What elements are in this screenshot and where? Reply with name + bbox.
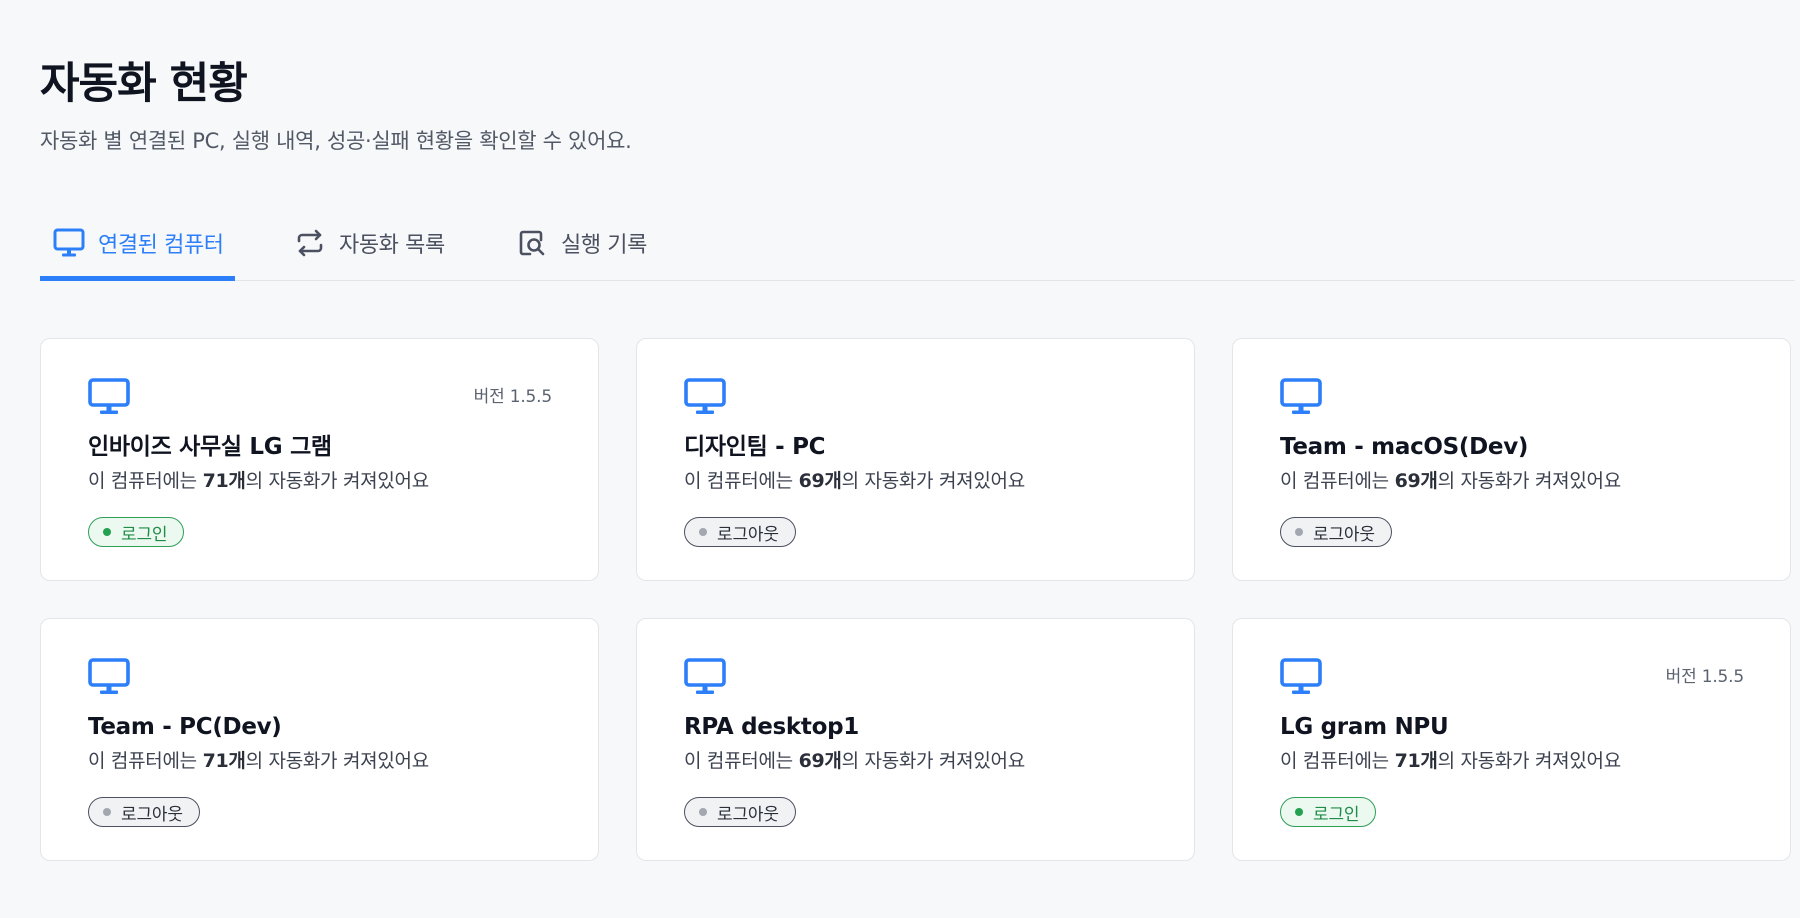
automation-count: 69개 (798, 470, 842, 492)
desc-prefix: 이 컴퓨터에는 (1280, 470, 1395, 492)
desc-prefix: 이 컴퓨터에는 (684, 470, 799, 492)
tab-automation-list[interactable]: 자동화 목록 (293, 205, 445, 280)
automation-count-text: 이 컴퓨터에는 71개의 자동화가 켜져있어요 (88, 747, 429, 775)
page-subtitle: 자동화 별 연결된 PC, 실행 내역, 성공·실패 현황을 확인할 수 있어요… (40, 129, 632, 153)
desc-prefix: 이 컴퓨터에는 (1280, 750, 1395, 772)
computer-card[interactable]: 버전 1.5.5 인바이즈 사무실 LG 그램 이 컴퓨터에는 71개의 자동화… (40, 338, 599, 581)
automation-count-text: 이 컴퓨터에는 71개의 자동화가 켜져있어요 (1280, 747, 1621, 775)
monitor-icon (88, 378, 130, 416)
desc-prefix: 이 컴퓨터에는 (684, 750, 799, 772)
desc-prefix: 이 컴퓨터에는 (88, 470, 203, 492)
automation-count: 71개 (202, 750, 246, 772)
status-dot-icon (699, 808, 707, 816)
version-label: 버전 1.5.5 (473, 387, 553, 407)
status-badge: 로그아웃 (1280, 517, 1392, 547)
automation-count: 69개 (1394, 470, 1438, 492)
computer-card[interactable]: RPA desktop1 이 컴퓨터에는 69개의 자동화가 켜져있어요 로그아… (636, 618, 1195, 861)
search-log-icon (515, 226, 549, 260)
status-label: 로그아웃 (1313, 524, 1375, 545)
computer-card[interactable]: Team - macOS(Dev) 이 컴퓨터에는 69개의 자동화가 켜져있어… (1232, 338, 1791, 581)
automation-count: 71개 (1394, 750, 1438, 772)
computer-card[interactable]: Team - PC(Dev) 이 컴퓨터에는 71개의 자동화가 켜져있어요 로… (40, 618, 599, 861)
status-label: 로그아웃 (121, 804, 183, 825)
status-dot-icon (103, 528, 111, 536)
tab-label: 실행 기록 (561, 232, 647, 258)
automation-count-text: 이 컴퓨터에는 71개의 자동화가 켜져있어요 (88, 467, 429, 495)
monitor-icon (684, 658, 726, 696)
status-badge: 로그인 (88, 517, 185, 547)
monitor-icon (1280, 658, 1322, 696)
page-title: 자동화 현황 (40, 59, 248, 109)
desc-suffix: 의 자동화가 켜져있어요 (1437, 750, 1622, 772)
monitor-icon (684, 378, 726, 416)
status-dot-icon (1295, 528, 1303, 536)
monitor-icon (88, 658, 130, 696)
computer-name: RPA desktop1 (684, 714, 859, 740)
monitor-icon (52, 226, 86, 260)
monitor-icon (1280, 378, 1322, 416)
computer-name: 디자인팀 - PC (684, 434, 826, 460)
automation-count-text: 이 컴퓨터에는 69개의 자동화가 켜져있어요 (1280, 467, 1621, 495)
status-dot-icon (699, 528, 707, 536)
automation-count-text: 이 컴퓨터에는 69개의 자동화가 켜져있어요 (684, 747, 1025, 775)
computer-card[interactable]: 버전 1.5.5 LG gram NPU 이 컴퓨터에는 71개의 자동화가 켜… (1232, 618, 1791, 861)
automation-count: 71개 (202, 470, 246, 492)
tab-connected-computers[interactable]: 연결된 컴퓨터 (40, 205, 235, 281)
status-dot-icon (1295, 808, 1303, 816)
tab-bar: 연결된 컴퓨터 자동화 목록 실행 기록 (40, 205, 1795, 281)
desc-suffix: 의 자동화가 켜져있어요 (1437, 470, 1622, 492)
tab-label: 자동화 목록 (339, 232, 445, 258)
automation-count-text: 이 컴퓨터에는 69개의 자동화가 켜져있어요 (684, 467, 1025, 495)
status-dot-icon (103, 808, 111, 816)
status-label: 로그아웃 (717, 804, 779, 825)
desc-suffix: 의 자동화가 켜져있어요 (841, 750, 1026, 772)
status-badge: 로그아웃 (684, 517, 796, 547)
desc-suffix: 의 자동화가 켜져있어요 (245, 750, 430, 772)
tab-label: 연결된 컴퓨터 (98, 232, 224, 258)
tab-execution-history[interactable]: 실행 기록 (515, 205, 647, 280)
automation-count: 69개 (798, 750, 842, 772)
automation-status-page: 자동화 현황 자동화 별 연결된 PC, 실행 내역, 성공·실패 현황을 확인… (0, 0, 1800, 918)
repeat-icon (293, 226, 327, 260)
computer-name: 인바이즈 사무실 LG 그램 (88, 434, 332, 460)
desc-suffix: 의 자동화가 켜져있어요 (841, 470, 1026, 492)
computer-card[interactable]: 디자인팀 - PC 이 컴퓨터에는 69개의 자동화가 켜져있어요 로그아웃 (636, 338, 1195, 581)
computer-name: LG gram NPU (1280, 714, 1449, 740)
computer-name: Team - PC(Dev) (88, 714, 282, 740)
status-label: 로그인 (1313, 804, 1360, 825)
status-label: 로그인 (121, 524, 168, 545)
status-label: 로그아웃 (717, 524, 779, 545)
computer-name: Team - macOS(Dev) (1280, 434, 1529, 460)
status-badge: 로그아웃 (88, 797, 200, 827)
version-label: 버전 1.5.5 (1665, 667, 1745, 687)
desc-suffix: 의 자동화가 켜져있어요 (245, 470, 430, 492)
desc-prefix: 이 컴퓨터에는 (88, 750, 203, 772)
status-badge: 로그인 (1280, 797, 1377, 827)
status-badge: 로그아웃 (684, 797, 796, 827)
